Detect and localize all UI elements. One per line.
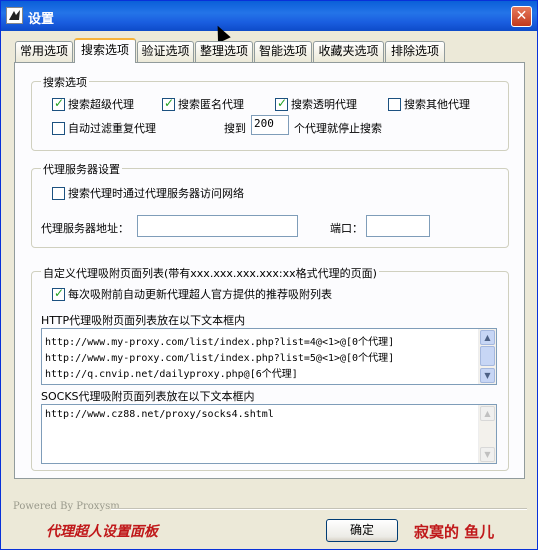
auto-filter-duplicates-checkbox[interactable] <box>52 122 65 135</box>
proxy-port-label: 端口： <box>330 222 363 235</box>
scroll-thumb[interactable] <box>480 346 495 366</box>
search-super-proxy-label: 搜索超级代理 <box>68 98 134 111</box>
proxy-address-input[interactable] <box>137 215 298 237</box>
stop-count-input[interactable]: 200 <box>251 115 289 135</box>
footer-divider <box>111 508 527 510</box>
scroll-down-icon[interactable]: ▼ <box>480 447 495 462</box>
tab-organize[interactable]: 整理选项 <box>195 41 253 62</box>
search-super-proxy-checkbox[interactable] <box>52 96 65 111</box>
settings-window: 设置 ✕ 常用选项 搜索选项 验证选项 整理选项 智能选项 收藏夹选项 排除选项… <box>0 0 538 550</box>
search-anonymous-proxy-label: 搜索匿名代理 <box>178 98 244 111</box>
auto-update-list-label: 每次吸附前自动更新代理超人官方提供的推荐吸附列表 <box>68 288 332 301</box>
proxy-server-title: 代理服务器设置 <box>41 161 122 177</box>
http-list-line: http://www.my-proxy.com/list/index.php?l… <box>45 337 395 348</box>
tab-favorites[interactable]: 收藏夹选项 <box>313 41 384 62</box>
tab-verify[interactable]: 验证选项 <box>137 41 194 62</box>
scroll-up-icon[interactable]: ▲ <box>480 406 495 421</box>
socks-list-label: SOCKS代理吸附页面列表放在以下文本框内 <box>41 390 255 403</box>
scroll-up-icon[interactable]: ▲ <box>480 330 495 345</box>
title-bar[interactable]: 设置 ✕ <box>1 1 537 31</box>
powered-by-text: Powered By Proxysm <box>13 501 120 512</box>
search-anonymous-proxy-checkbox[interactable] <box>162 96 175 111</box>
tab-smart[interactable]: 智能选项 <box>254 41 312 62</box>
proxy-port-input[interactable] <box>366 215 430 237</box>
http-list-scrollbar[interactable]: ▲ ▼ <box>478 329 496 384</box>
http-list-line: http://www.my-proxy.com/list/index.php?l… <box>45 353 395 364</box>
search-options-panel: 搜索选项 搜索超级代理 搜索匿名代理 搜索透明代理 搜索其他代理 自动过滤重复代… <box>14 62 525 479</box>
search-other-proxy-label: 搜索其他代理 <box>404 98 470 111</box>
tab-general[interactable]: 常用选项 <box>15 41 73 62</box>
use-proxy-server-checkbox[interactable] <box>52 187 65 200</box>
search-other-proxy-checkbox[interactable] <box>388 98 401 111</box>
tab-search[interactable]: 搜索选项 <box>74 38 136 63</box>
search-options-title: 搜索选项 <box>41 74 89 90</box>
stop-prefix-label: 搜到 <box>224 122 246 135</box>
close-button[interactable]: ✕ <box>511 6 532 27</box>
author-signature: 寂寞的 鱼儿 <box>414 523 495 541</box>
socks-list-textarea[interactable]: http://www.cz88.net/proxy/socks4.shtml ▲… <box>41 404 497 464</box>
scroll-down-icon[interactable]: ▼ <box>480 368 495 383</box>
auto-update-list-checkbox[interactable] <box>52 286 65 301</box>
http-list-line: http://q.cnvip.net/dailyproxy.php@[6个代理] <box>45 369 298 380</box>
use-proxy-server-label: 搜索代理时通过代理服务器访问网络 <box>68 187 244 200</box>
socks-list-scrollbar[interactable]: ▲ ▼ <box>478 405 496 463</box>
auto-filter-duplicates-label: 自动过滤重复代理 <box>68 122 156 135</box>
app-icon <box>6 7 23 24</box>
ok-button[interactable]: 确定 <box>326 519 398 542</box>
search-transparent-proxy-label: 搜索透明代理 <box>291 98 357 111</box>
panel-name-text: 代理超人设置面板 <box>46 524 158 540</box>
window-title: 设置 <box>28 12 55 27</box>
http-list-textarea[interactable]: http://www.my-proxy.com/list/index.php?l… <box>41 328 497 385</box>
socks-list-line: http://www.cz88.net/proxy/socks4.shtml <box>45 409 274 420</box>
tab-exclude[interactable]: 排除选项 <box>385 41 445 62</box>
proxy-address-label: 代理服务器地址： <box>41 222 129 235</box>
http-list-label: HTTP代理吸附页面列表放在以下文本框内 <box>41 314 246 327</box>
custom-pages-title: 自定义代理吸附页面列表(带有xxx.xxx.xxx.xxx:xx格式代理的页面) <box>41 265 379 281</box>
search-transparent-proxy-checkbox[interactable] <box>275 96 288 111</box>
stop-suffix-label: 个代理就停止搜索 <box>294 122 382 135</box>
